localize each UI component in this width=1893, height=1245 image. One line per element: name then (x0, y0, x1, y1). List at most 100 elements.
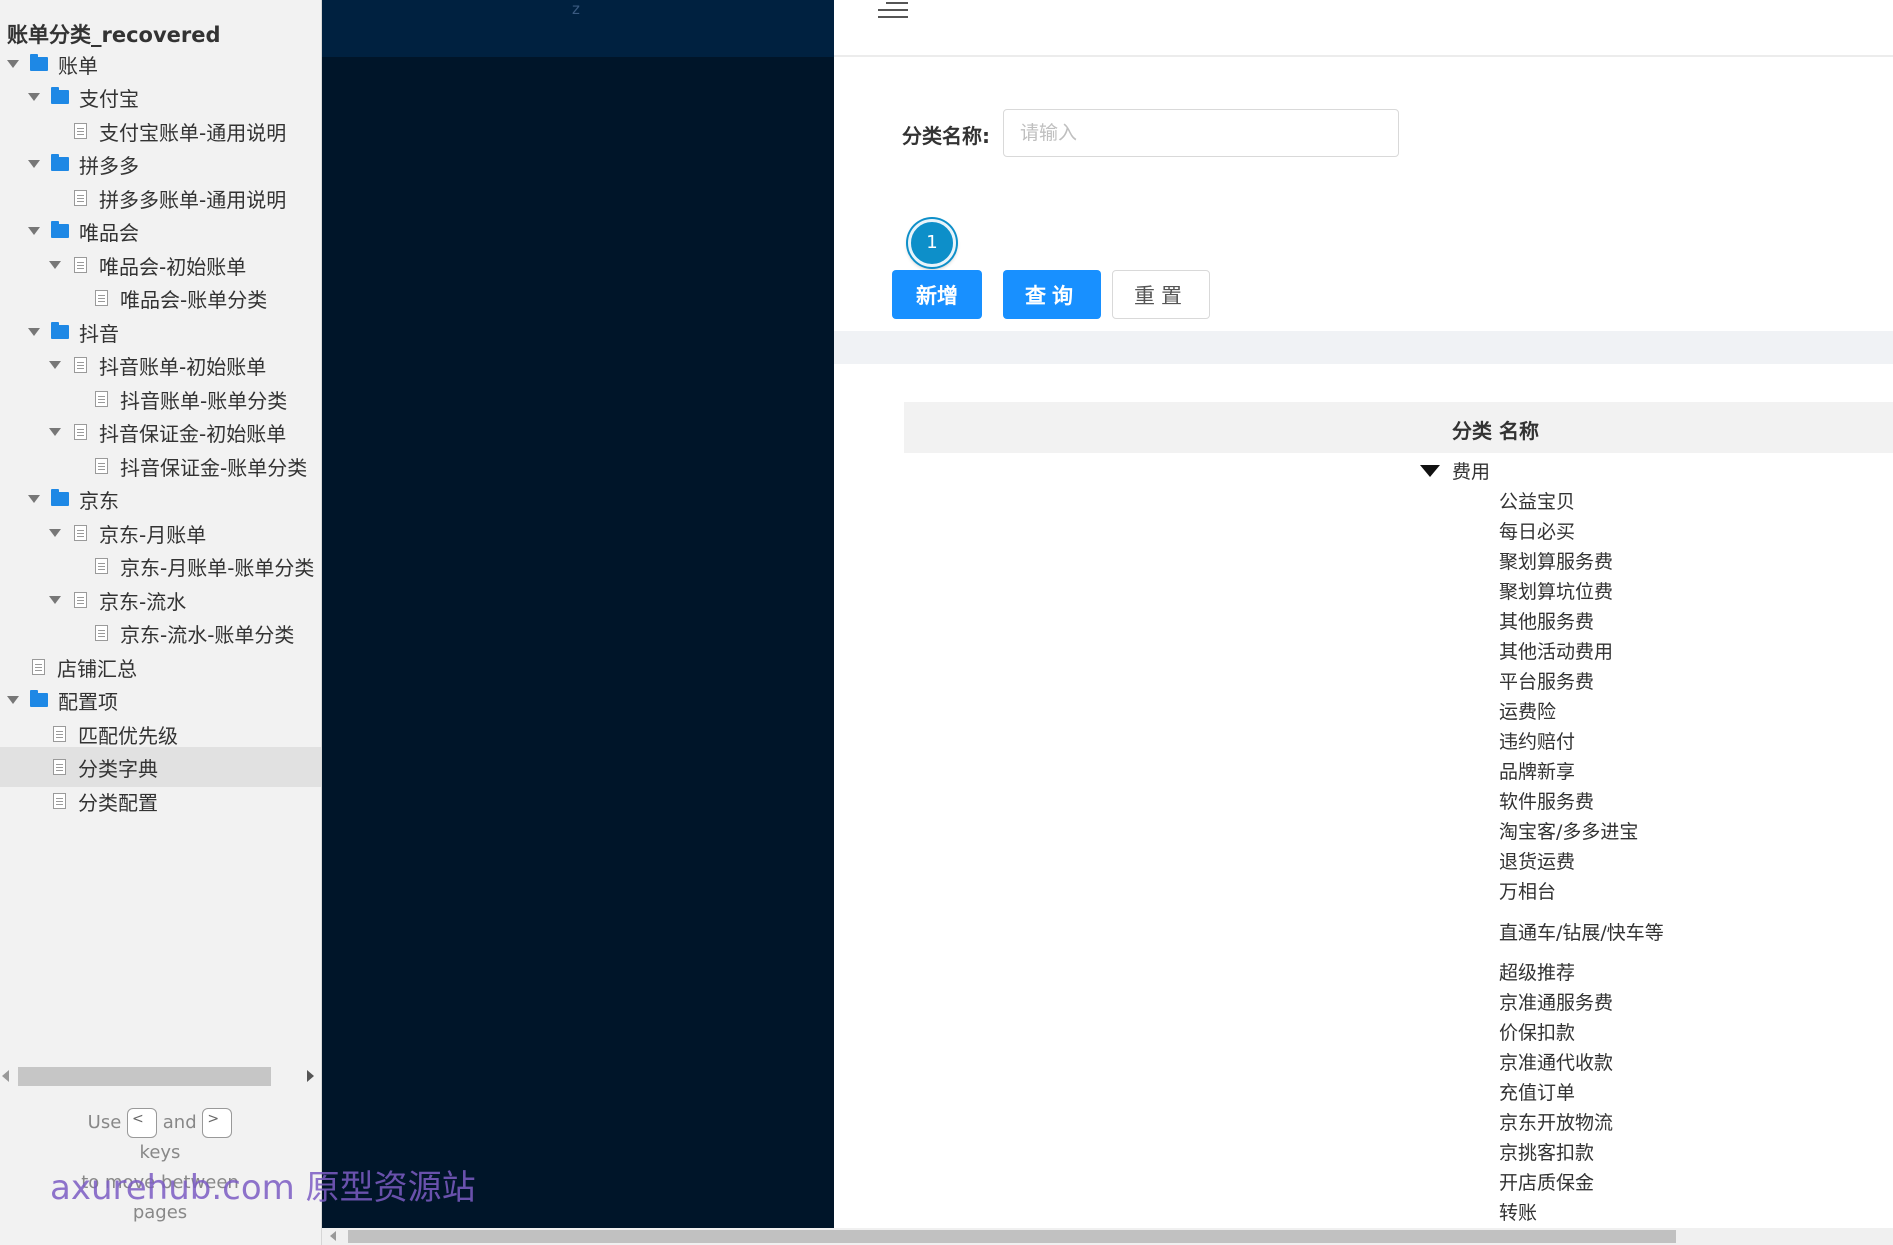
side-menu-panel: z (322, 0, 834, 1228)
expand-arrow-icon[interactable] (6, 57, 20, 71)
category-child-item[interactable]: 其他活动费用 (1499, 637, 1613, 664)
category-child-item[interactable]: 转账 (1499, 1198, 1537, 1225)
main-content: 分类名称: 1 新增 查询 重置 分类 名称 费用 公益宝贝每日必买聚划算服务费… (834, 0, 1893, 1228)
category-child-item[interactable]: 万相台 (1499, 877, 1556, 904)
column-header-category-name: 分类 名称 (1452, 419, 1539, 443)
sitemap-item-label: 抖音保证金-账单分类 (120, 455, 308, 480)
category-child-item[interactable]: 违约赔付 (1499, 727, 1575, 754)
prev-key-icon: < (127, 1108, 158, 1138)
page-icon (74, 424, 87, 440)
sitemap-item-label: 拼多多账单-通用说明 (99, 187, 287, 212)
page-icon (95, 290, 108, 306)
expand-arrow-icon[interactable] (48, 593, 62, 607)
expand-arrow-icon[interactable] (48, 258, 62, 272)
category-child-item[interactable]: 聚划算坑位费 (1499, 577, 1613, 604)
category-child-item[interactable]: 公益宝贝 (1499, 487, 1575, 514)
expand-arrow-icon[interactable] (27, 157, 41, 171)
page-icon (95, 391, 108, 407)
page-icon (53, 726, 66, 742)
category-child-item[interactable]: 京挑客扣款 (1499, 1138, 1594, 1165)
sitemap-item-label: 抖音账单-账单分类 (120, 388, 288, 413)
table-header: 分类 名称 (904, 402, 1893, 453)
category-child-item[interactable]: 聚划算服务费 (1499, 547, 1613, 574)
sitemap-item-label: 匹配优先级 (78, 723, 178, 748)
scrollbar-thumb[interactable] (348, 1230, 1676, 1243)
category-child-item[interactable]: 退货运费 (1499, 847, 1575, 874)
expand-arrow-icon[interactable] (27, 224, 41, 238)
menu-collapse-icon[interactable] (876, 0, 908, 20)
category-child-item[interactable]: 运费险 (1499, 697, 1556, 724)
page-icon (74, 592, 87, 608)
query-button[interactable]: 查询 (1003, 270, 1101, 319)
page-icon (95, 558, 108, 574)
expand-arrow-icon[interactable] (48, 425, 62, 439)
sitemap-item-label: 唯品会-账单分类 (120, 287, 268, 312)
category-child-item[interactable]: 软件服务费 (1499, 787, 1594, 814)
category-name-input[interactable] (1003, 109, 1399, 157)
category-root-label: 费用 (1452, 461, 1491, 483)
folder-icon (51, 154, 69, 171)
hint-use: Use (87, 1112, 122, 1133)
category-child-item[interactable]: 淘宝客/多多进宝 (1499, 817, 1638, 844)
category-child-item[interactable]: 京准通代收款 (1499, 1048, 1613, 1075)
expand-arrow-icon[interactable] (27, 492, 41, 506)
page-icon (53, 793, 66, 809)
reset-button[interactable]: 重置 (1112, 270, 1210, 319)
sitemap-item-label: 分类配置 (78, 790, 158, 815)
side-menu-header: z (322, 0, 834, 57)
category-child-item[interactable]: 开店质保金 (1499, 1168, 1594, 1195)
category-child-item[interactable]: 每日必买 (1499, 517, 1575, 544)
sitemap-item-label: 配置项 (58, 689, 118, 714)
page-icon (74, 123, 87, 139)
add-button[interactable]: 新增 (892, 270, 982, 319)
category-child-item[interactable]: 京东开放物流 (1499, 1108, 1613, 1135)
folder-icon (51, 322, 69, 339)
sitemap-panel: 账单分类_recovered 账单 支付宝 支付宝账单-通用说明 拼多多 拼多多账单-通… (0, 0, 322, 1245)
folder-icon (51, 489, 69, 506)
sitemap-item-label: 唯品会 (79, 220, 139, 245)
category-child-item[interactable]: 直通车/钻展/快车等 (1499, 918, 1664, 945)
category-child-item[interactable]: 价保扣款 (1499, 1018, 1575, 1045)
category-child-item[interactable]: 充值订单 (1499, 1078, 1575, 1105)
folder-icon (51, 87, 69, 104)
main-horizontal-scrollbar[interactable] (322, 1228, 1893, 1245)
expand-arrow-icon[interactable] (48, 358, 62, 372)
sitemap-item-label: 京东 (79, 488, 119, 513)
page-icon (74, 357, 87, 373)
expand-caret-icon[interactable] (1420, 464, 1440, 477)
expand-arrow-icon[interactable] (27, 325, 41, 339)
category-child-item[interactable]: 品牌新享 (1499, 757, 1575, 784)
sitemap-item-label: 抖音 (79, 321, 119, 346)
scroll-left-icon[interactable] (330, 1231, 336, 1241)
category-child-item[interactable]: 超级推荐 (1499, 958, 1575, 985)
scroll-right-icon[interactable] (307, 1070, 314, 1082)
page-icon (95, 625, 108, 641)
expand-arrow-icon[interactable] (48, 526, 62, 540)
category-child-item[interactable]: 其他服务费 (1499, 607, 1594, 634)
category-tree-root[interactable]: 费用 (1420, 457, 1490, 484)
page-icon (74, 525, 87, 541)
scroll-left-icon[interactable] (2, 1070, 9, 1082)
folder-icon (30, 54, 48, 71)
category-child-item[interactable]: 平台服务费 (1499, 667, 1594, 694)
category-child-item[interactable]: 京准通服务费 (1499, 988, 1613, 1015)
expand-arrow-icon[interactable] (6, 693, 20, 707)
scrollbar-thumb[interactable] (18, 1067, 271, 1086)
expand-arrow-icon[interactable] (27, 90, 41, 104)
sitemap-item-label: 支付宝 (79, 86, 139, 111)
sitemap-horizontal-scrollbar[interactable] (0, 1064, 321, 1088)
sitemap-item-label: 京东-月账单-账单分类 (120, 555, 315, 580)
page-icon (74, 190, 87, 206)
sitemap-item-label: 京东-月账单 (99, 522, 207, 547)
sitemap-item-label: 账单 (58, 53, 98, 78)
sitemap-item[interactable]: 分类配置 (0, 781, 321, 821)
folder-icon (30, 690, 48, 707)
